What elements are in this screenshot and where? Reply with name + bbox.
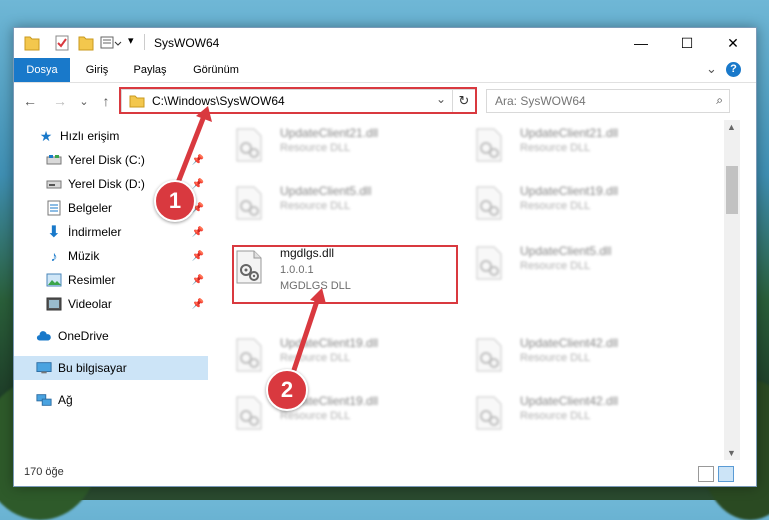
callout-step-1: 1 (154, 180, 196, 222)
callout-step-2: 2 (266, 369, 308, 411)
annotation-arrows (169, 106, 326, 383)
